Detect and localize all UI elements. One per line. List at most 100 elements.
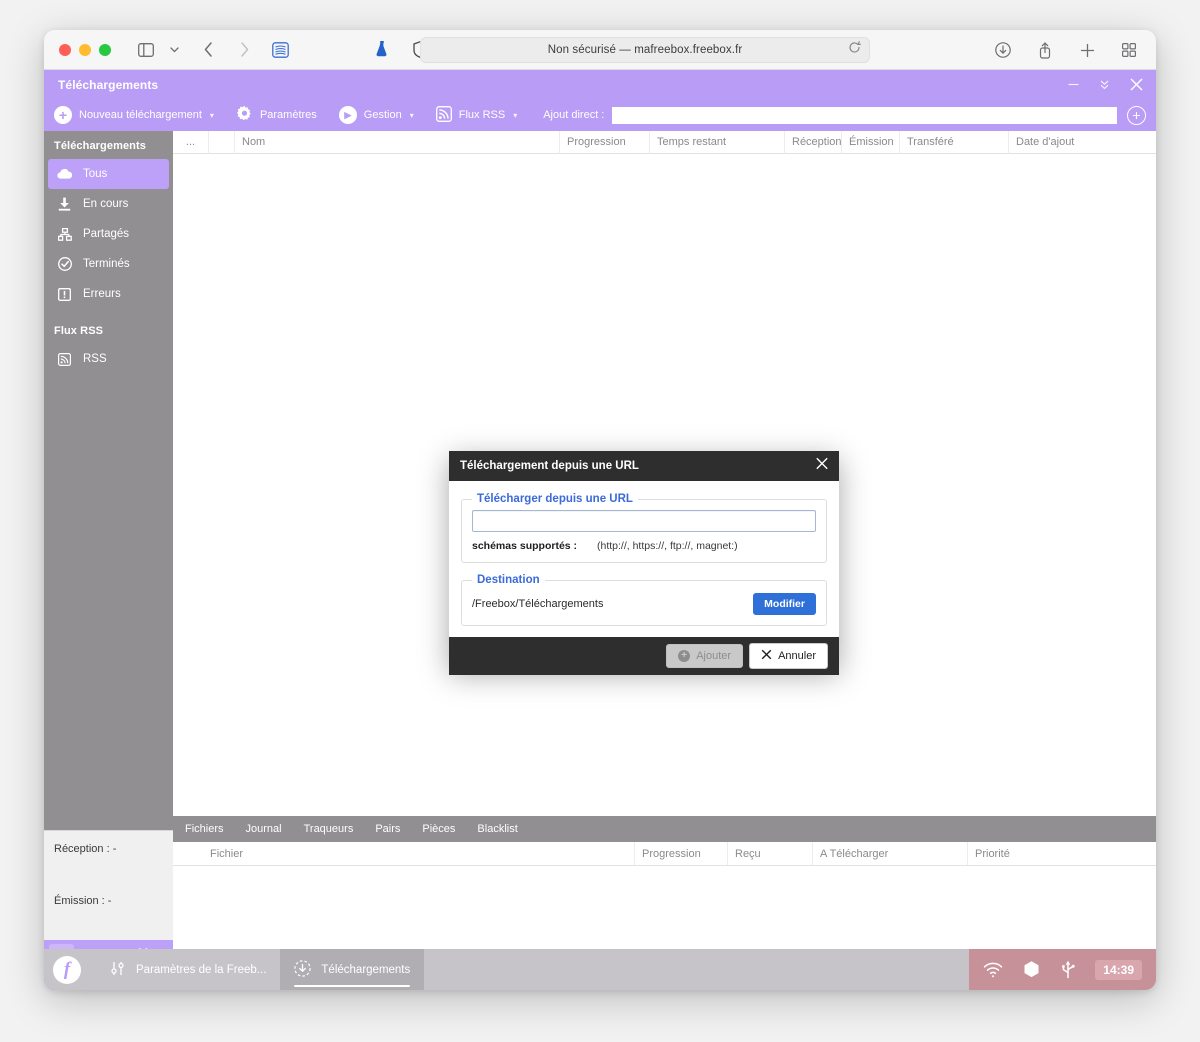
column-header-date-ajout[interactable]: Date d'ajout: [1009, 131, 1154, 154]
direct-add-input[interactable]: [612, 106, 1117, 124]
play-circle-icon: ▶: [338, 106, 357, 124]
dialog-footer: + Ajouter Annuler: [449, 637, 839, 675]
sidebar: Téléchargements Tous En cours Partagés T…: [44, 131, 173, 990]
reader-view-icon[interactable]: [267, 38, 293, 62]
column-header[interactable]: ...: [173, 130, 209, 154]
reader-group: [267, 38, 293, 62]
sidebar-section-rss: Flux RSS: [54, 325, 104, 337]
download-circle-icon: [294, 959, 312, 980]
tab-fichiers[interactable]: Fichiers: [185, 823, 224, 835]
sliders-icon: [109, 960, 126, 980]
column-header-reception[interactable]: Réception: [785, 130, 842, 154]
emission-stat: Émission : -: [54, 895, 112, 907]
column-header-a-telecharger[interactable]: A Télécharger: [813, 842, 968, 865]
hexagon-icon[interactable]: [1022, 960, 1041, 979]
chevron-down-icon: ▾: [409, 110, 414, 120]
taskbar-item-parametres[interactable]: Paramètres de la Freeb...: [95, 949, 280, 990]
dialog-body: Télécharger depuis une URL schémas suppo…: [449, 481, 839, 637]
destination-group: Destination /Freebox/Téléchargements Mod…: [461, 574, 827, 626]
chevron-down-icon[interactable]: [161, 38, 187, 62]
download-icon: [57, 197, 72, 211]
rss-feed-button[interactable]: Flux RSS ▾: [435, 105, 518, 125]
cloud-icon: [57, 168, 72, 180]
tab-journal[interactable]: Journal: [246, 823, 282, 835]
add-button-label: Ajouter: [696, 650, 732, 662]
column-header[interactable]: [209, 130, 235, 154]
close-icon[interactable]: [815, 457, 829, 476]
column-header-spacer: [173, 842, 203, 865]
column-header-nom[interactable]: Nom: [235, 130, 560, 154]
management-button[interactable]: ▶ Gestion ▾: [338, 106, 414, 124]
plus-circle-icon: +: [678, 650, 691, 662]
column-header-fichier[interactable]: Fichier: [203, 842, 635, 865]
url-download-dialog: Téléchargement depuis une URL Télécharge…: [449, 451, 839, 675]
share-icon[interactable]: [1032, 38, 1058, 62]
clock[interactable]: 14:39: [1095, 959, 1142, 980]
column-header-progression[interactable]: Progression: [635, 842, 728, 865]
check-circle-icon: [57, 257, 72, 271]
tab-blacklist[interactable]: Blacklist: [477, 823, 517, 835]
browser-toolbar: Non sécurisé — mafreebox.freebox.fr: [44, 30, 1156, 70]
maximize-window-button[interactable]: [99, 43, 111, 56]
wifi-icon[interactable]: [983, 962, 1003, 978]
tab-traqueurs[interactable]: Traqueurs: [304, 823, 354, 835]
tab-overview-icon[interactable]: [1116, 38, 1142, 62]
browser-window: Non sécurisé — mafreebox.freebox.fr Télé…: [44, 30, 1156, 990]
sidebar-icon[interactable]: [133, 38, 159, 62]
share-network-icon: [57, 227, 72, 241]
sidebar-item-erreurs[interactable]: Erreurs: [48, 279, 169, 309]
add-button[interactable]: + Ajouter: [666, 644, 744, 668]
column-header-recu[interactable]: Reçu: [728, 842, 813, 865]
column-header-priorite[interactable]: Priorité: [968, 842, 1098, 865]
close-window-button[interactable]: [59, 43, 71, 56]
destination-row: /Freebox/Téléchargements Modifier: [472, 593, 816, 615]
settings-button[interactable]: Paramètres: [236, 105, 317, 125]
sidebar-item-partages[interactable]: Partagés: [48, 219, 169, 249]
taskbar-item-label: Téléchargements: [321, 963, 411, 976]
extension-icon[interactable]: [369, 38, 395, 62]
supported-schemes-label: schémas supportés :: [472, 540, 578, 552]
reload-icon[interactable]: [848, 41, 861, 59]
column-header-progression[interactable]: Progression: [560, 130, 650, 154]
address-text: Non sécurisé — mafreebox.freebox.fr: [547, 44, 743, 56]
minimize-window-button[interactable]: [79, 43, 91, 56]
downloads-icon[interactable]: [990, 38, 1016, 62]
address-bar[interactable]: Non sécurisé — mafreebox.freebox.fr: [420, 37, 870, 63]
sidebar-item-termines[interactable]: Terminés: [48, 249, 169, 279]
browser-right-toolbar: [990, 38, 1142, 62]
destination-path: /Freebox/Téléchargements: [472, 598, 604, 610]
tab-pairs[interactable]: Pairs: [375, 823, 400, 835]
modify-destination-button[interactable]: Modifier: [753, 593, 816, 615]
back-arrow-icon[interactable]: [195, 38, 221, 62]
dialog-header: Téléchargement depuis une URL: [449, 451, 839, 481]
sidebar-item-rss[interactable]: RSS: [48, 344, 169, 374]
cancel-button-label: Annuler: [778, 650, 816, 662]
tab-pieces[interactable]: Pièces: [422, 823, 455, 835]
forward-arrow-icon[interactable]: [231, 38, 257, 62]
downloads-table-header: ... Nom Progression Temps restant Récept…: [173, 130, 1156, 154]
direct-add-submit-button[interactable]: +: [1127, 105, 1146, 125]
freebox-logo[interactable]: f: [53, 955, 81, 984]
new-tab-icon[interactable]: [1074, 38, 1100, 62]
sidebar-section-downloads: Téléchargements: [54, 140, 146, 152]
app-minimize-button[interactable]: [1067, 78, 1080, 91]
sidebar-stats-panel: Réception : - Émission : -: [44, 830, 173, 940]
management-label: Gestion: [363, 109, 402, 121]
app-close-button[interactable]: [1129, 77, 1144, 92]
close-icon: [761, 649, 772, 663]
sidebar-item-en-cours[interactable]: En cours: [48, 189, 169, 219]
usb-icon[interactable]: [1060, 960, 1076, 979]
app-maximize-button[interactable]: [1098, 78, 1111, 91]
column-header-emission[interactable]: Émission: [842, 130, 900, 154]
url-group-legend: Télécharger depuis une URL: [477, 493, 633, 505]
sidebar-item-tous[interactable]: Tous: [48, 159, 169, 189]
sidebar-item-label: Partagés: [83, 228, 130, 240]
new-download-button[interactable]: + Nouveau téléchargement ▾: [54, 106, 214, 124]
column-header-transfere[interactable]: Transféré: [900, 130, 1009, 154]
column-header-temps-restant[interactable]: Temps restant: [650, 130, 785, 154]
chevron-down-icon: ▾: [513, 110, 518, 120]
url-input[interactable]: [472, 510, 816, 532]
cancel-button[interactable]: Annuler: [749, 643, 828, 669]
taskbar-item-telechargements[interactable]: Téléchargements: [280, 949, 425, 990]
rss-feed-label: Flux RSS: [458, 109, 506, 121]
